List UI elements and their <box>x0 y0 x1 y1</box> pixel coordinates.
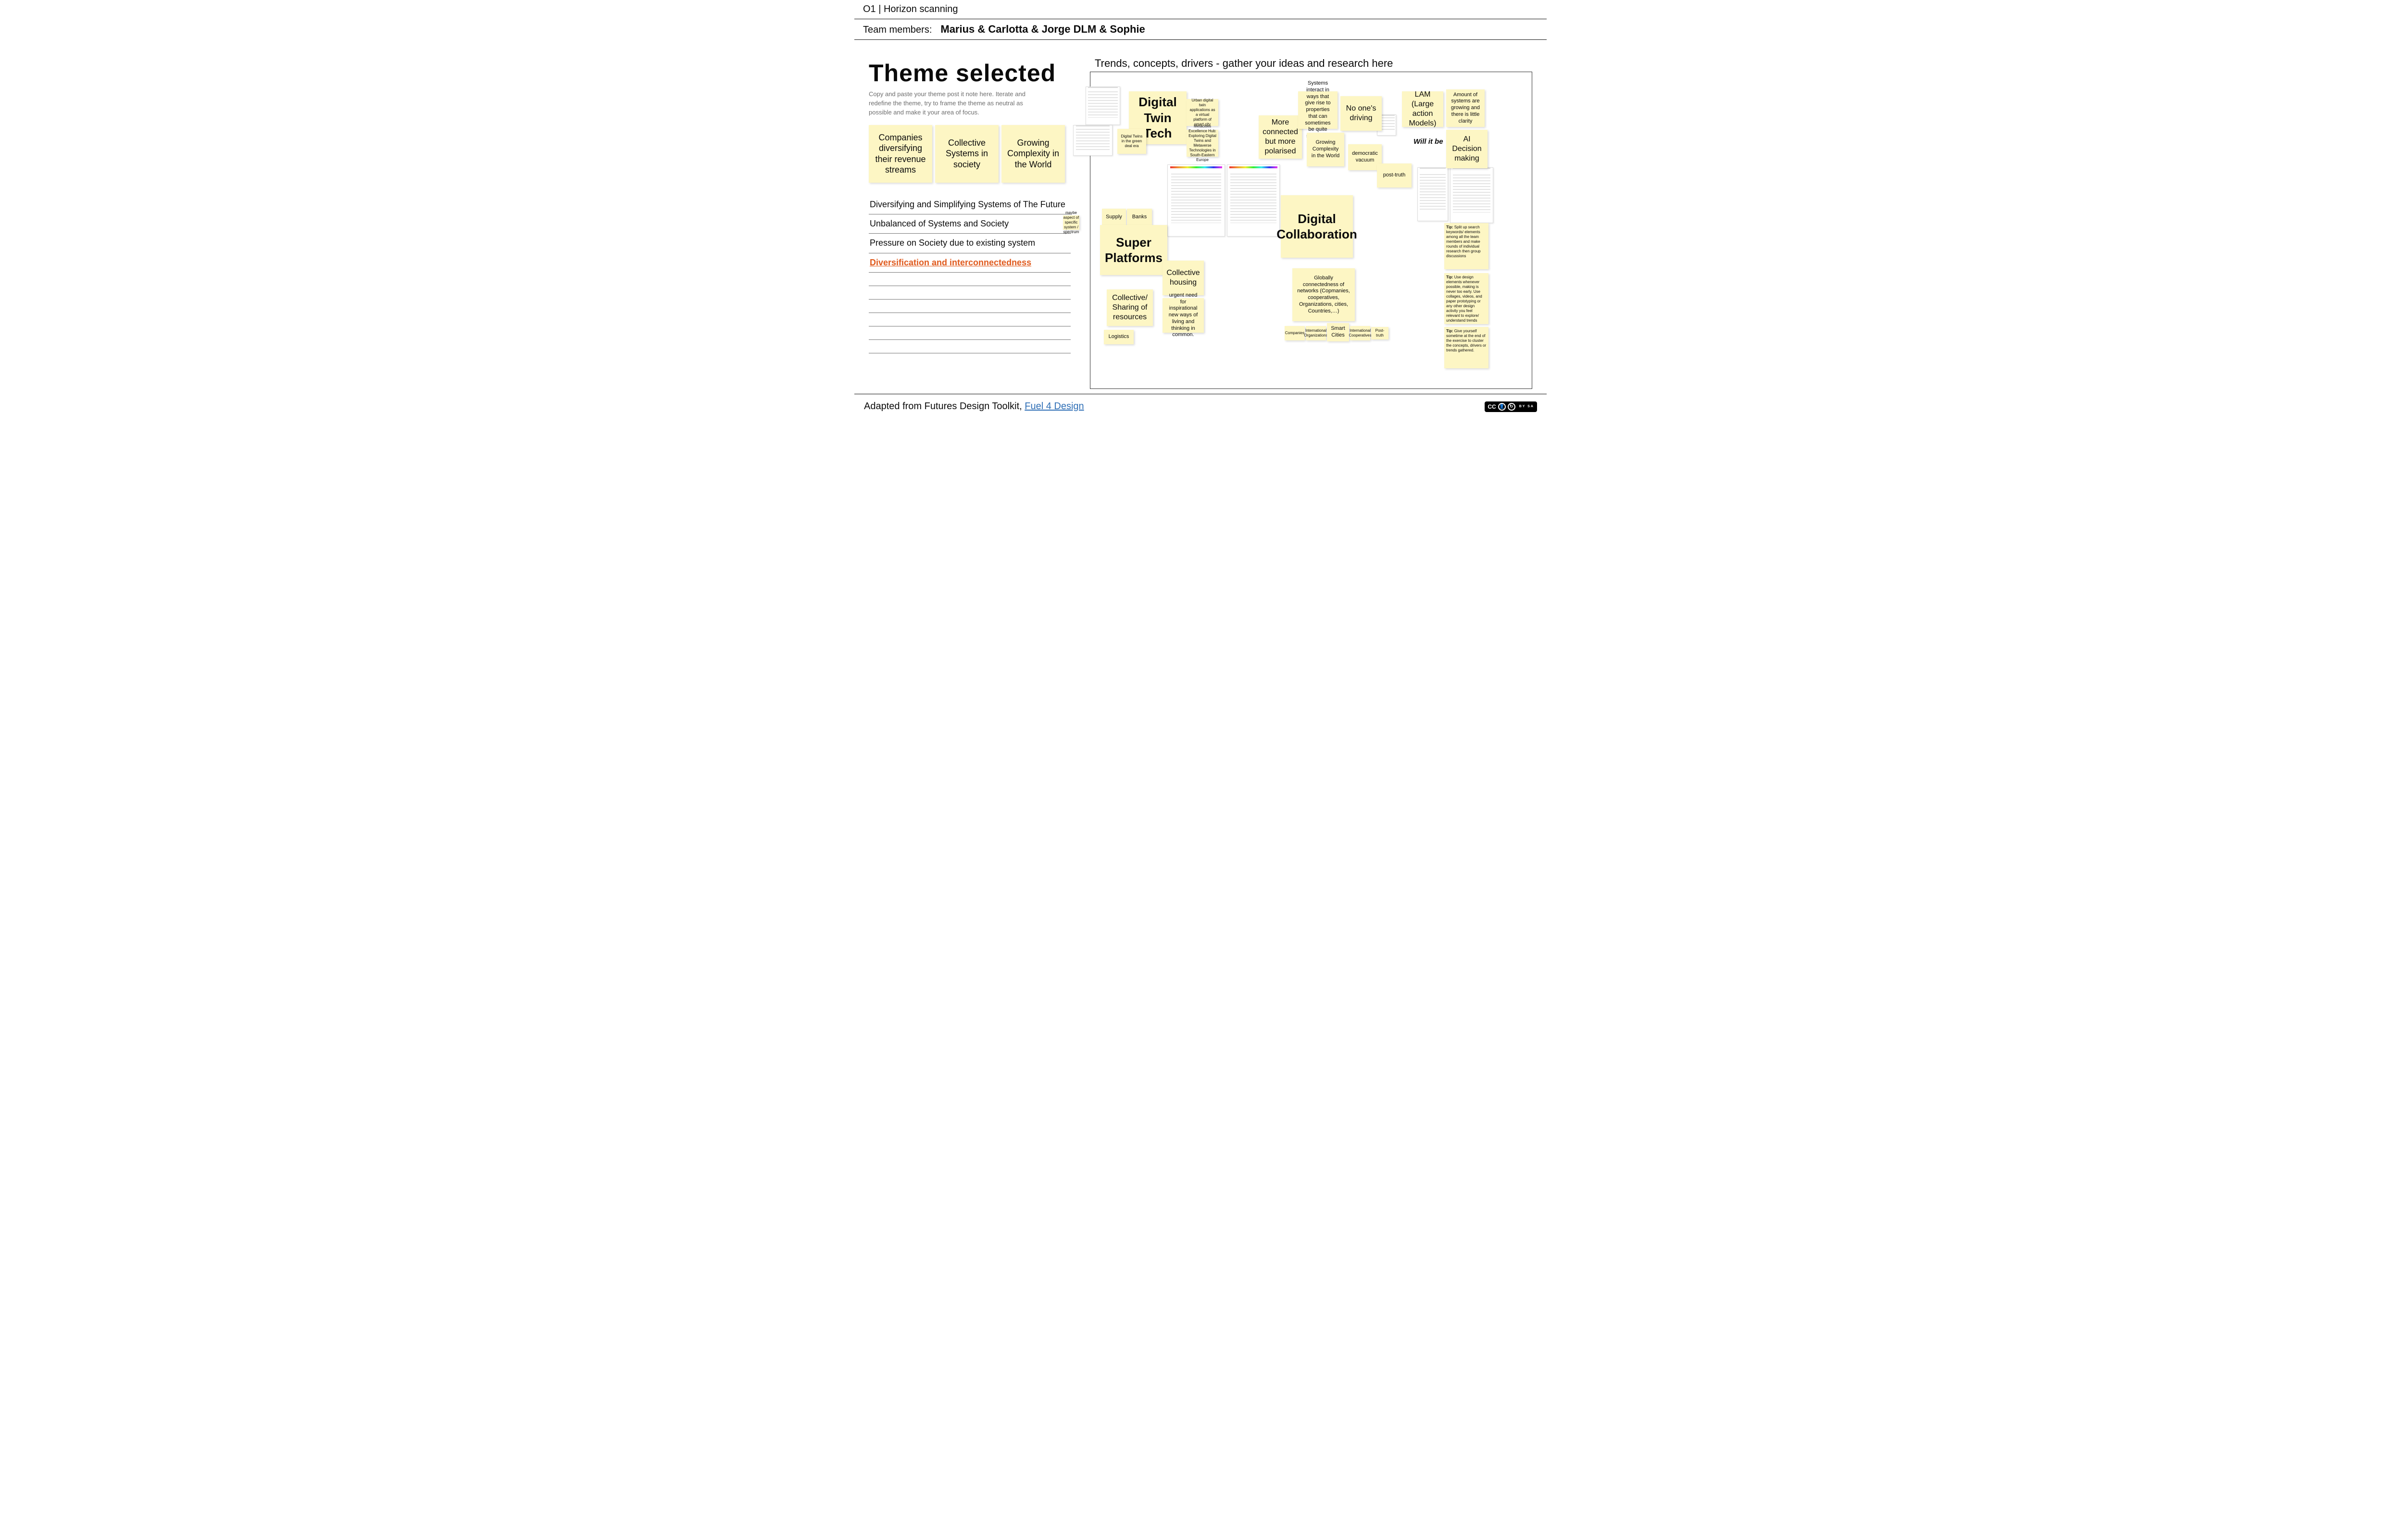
sticky-urban-dt[interactable]: Urban digital twin applications as a vir… <box>1187 99 1218 126</box>
sticky-urgent-need[interactable]: urgent need for inspirational new ways o… <box>1163 298 1204 333</box>
sticky-tag-companies[interactable]: Companies <box>1285 326 1305 340</box>
cc-sa-icon: ↻ <box>1508 403 1515 411</box>
tip-tip-1[interactable]: Tip: Split up search keywords/ elements … <box>1444 223 1488 269</box>
footer: Adapted from Futures Design Toolkit, Fue… <box>854 394 1547 419</box>
theme-row-mini-tag[interactable]: maybe aspect of specific system / spectr… <box>1063 215 1079 230</box>
sticky-tag-smart-cities[interactable]: Smart Cities <box>1327 323 1349 341</box>
sticky-no-ones-driving[interactable]: No one's driving <box>1340 96 1382 131</box>
sticky-logistics[interactable]: Logistics <box>1104 330 1134 344</box>
theme-pad-0[interactable]: Companies diversifying their revenue str… <box>869 125 932 183</box>
doc-thumbnail[interactable] <box>1227 164 1280 237</box>
theme-pad-2[interactable]: Growing Complexity in the World <box>1001 125 1065 183</box>
sticky-tag-post-truth[interactable]: Post-truth <box>1371 327 1388 339</box>
ideas-board[interactable]: Will it be Digital Twin TechDigital Twin… <box>1090 72 1532 389</box>
theme-row[interactable] <box>869 286 1071 300</box>
board-wrap: Trends, concepts, drivers - gather your … <box>1090 54 1532 389</box>
sticky-dt-green-deal[interactable]: Digital Twins in the green deal era <box>1117 129 1146 154</box>
theme-row[interactable] <box>869 300 1071 313</box>
theme-blurb: Copy and paste your theme post it note h… <box>869 90 1032 117</box>
cc-by-icon: 👤 <box>1498 403 1506 411</box>
sticky-digital-collab[interactable]: Digital Collaboration <box>1281 195 1353 258</box>
doc-thumbnail[interactable] <box>1417 167 1448 221</box>
sticky-amount-systems[interactable]: Amount of systems are growing and there … <box>1446 89 1485 127</box>
theme-panel: Theme selected Copy and paste your theme… <box>869 54 1071 389</box>
sticky-lam[interactable]: LAM (Large action Models) <box>1402 91 1443 127</box>
theme-row[interactable] <box>869 273 1071 286</box>
sticky-tag-intl-coops[interactable]: International Cooperatives <box>1350 326 1370 340</box>
cc-sub: BY SA <box>1519 405 1534 408</box>
footer-link[interactable]: Fuel 4 Design <box>1025 401 1084 412</box>
sticky-collective-housing[interactable]: Collective housing <box>1163 261 1204 295</box>
theme-row[interactable] <box>869 326 1071 340</box>
theme-row[interactable]: Diversification and interconnectedness <box>869 253 1071 273</box>
sticky-post-truth[interactable]: post-truth <box>1377 163 1412 188</box>
cc-label: CC <box>1488 403 1496 410</box>
page-header: O1 | Horizon scanning <box>854 0 1547 19</box>
theme-row[interactable]: Pressure on Society due to existing syst… <box>869 234 1071 253</box>
tip-tip-3[interactable]: Tip: Give yourself sometime at the end o… <box>1444 327 1488 368</box>
team-label: Team members: <box>863 25 932 36</box>
cc-badge: CC 👤 ↻ BY SA <box>1485 401 1537 412</box>
theme-pad-1[interactable]: Collective Systems in society <box>935 125 999 183</box>
sticky-ai-decision[interactable]: AI Decision making <box>1446 130 1488 168</box>
team-value: Marius & Carlotta & Jorge DLM & Sophie <box>940 23 1145 36</box>
sticky-more-connected[interactable]: More connected but more polarised <box>1259 115 1302 159</box>
sticky-tag-intl-orgs[interactable]: International Organizations <box>1306 326 1326 340</box>
footer-text: Adapted from Futures Design Toolkit, Fue… <box>864 401 1084 412</box>
theme-row[interactable]: Unbalanced of Systems and Societymaybe a… <box>869 214 1071 234</box>
theme-triple: Companies diversifying their revenue str… <box>869 125 1071 183</box>
sticky-super-platforms[interactable]: Super Platforms <box>1100 225 1167 275</box>
doc-thumbnail[interactable] <box>1167 164 1225 237</box>
team-header: Team members: Marius & Carlotta & Jorge … <box>854 19 1547 40</box>
doc-thumbnail[interactable] <box>1073 125 1113 156</box>
sticky-collective-sharing[interactable]: Collective/ Sharing of resources <box>1107 289 1153 326</box>
sticky-banks[interactable]: Banks <box>1127 209 1152 226</box>
tip-tip-2[interactable]: Tip: Use design elements whenever possib… <box>1444 273 1488 324</box>
theme-title: Theme selected <box>869 59 1071 87</box>
sticky-supply[interactable]: Supply <box>1102 209 1126 226</box>
theme-list: Diversifying and Simplifying Systems of … <box>869 195 1071 354</box>
stray-label: Will it be <box>1413 138 1443 146</box>
page-label: O1 | Horizon scanning <box>863 4 958 15</box>
sticky-metacities-hub[interactable]: Metacities Excellence Hub: Exploring Dig… <box>1187 130 1218 157</box>
theme-row[interactable] <box>869 340 1071 353</box>
sticky-systems-interact[interactable]: Systems interact in ways that give rise … <box>1298 91 1338 129</box>
doc-thumbnail[interactable] <box>1450 167 1493 223</box>
theme-row[interactable]: Diversifying and Simplifying Systems of … <box>869 195 1071 214</box>
doc-thumbnail[interactable] <box>1086 87 1120 125</box>
board-title: Trends, concepts, drivers - gather your … <box>1095 57 1532 70</box>
sticky-growing-complexity[interactable]: Growing Complexity in the World <box>1307 133 1344 166</box>
theme-row[interactable] <box>869 313 1071 326</box>
sticky-global-connectedness[interactable]: Globally connectedness of networks (Copm… <box>1292 268 1355 321</box>
footer-prefix: Adapted from Futures Design Toolkit, <box>864 401 1025 412</box>
